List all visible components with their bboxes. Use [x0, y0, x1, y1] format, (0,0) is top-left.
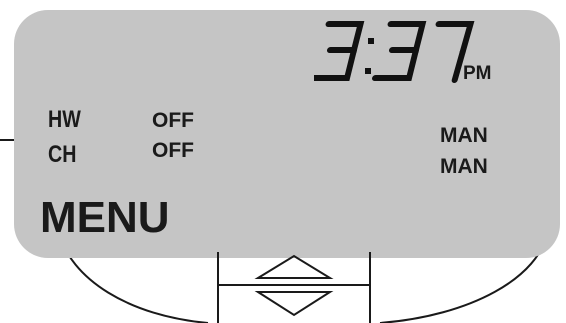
hw-state: OFF	[152, 109, 194, 132]
clock-digit-3	[314, 21, 365, 81]
lcd-display: PM HW OFF MAN CH OFF MAN MENU	[14, 10, 560, 258]
menu-label: MENU	[40, 193, 170, 242]
hw-label: HW	[48, 106, 81, 133]
clock-colon	[365, 38, 374, 74]
ch-state: OFF	[152, 139, 194, 162]
clock-digit-3b	[372, 21, 427, 81]
ch-mode: MAN	[440, 155, 488, 178]
up-down-button[interactable]	[217, 252, 371, 323]
up-arrow-outline-icon	[254, 254, 334, 279]
ch-label: CH	[48, 141, 77, 168]
ampm-indicator: PM	[463, 63, 492, 84]
down-arrow-outline-icon	[254, 291, 334, 317]
hw-mode: MAN	[440, 124, 488, 147]
clock-digits	[314, 21, 475, 83]
